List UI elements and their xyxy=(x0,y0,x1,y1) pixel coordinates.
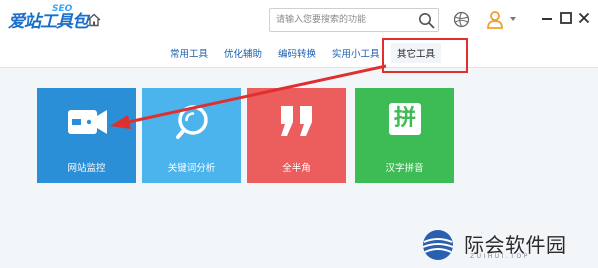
tile-keyword-analysis[interactable]: 关键词分析 xyxy=(142,88,241,183)
watermark-logo-icon xyxy=(422,230,454,260)
pinyin-glyph: 拼 xyxy=(389,103,421,135)
tile-chinese-pinyin[interactable]: 拼 汉字拼音 xyxy=(355,88,454,183)
camera-icon xyxy=(37,100,136,144)
tile-label: 关键词分析 xyxy=(167,163,216,174)
tile-label: 全半角 xyxy=(282,163,311,174)
tile-full-half-width[interactable]: 全半角 xyxy=(247,88,346,183)
title-bar: 爱站工具包 SEO xyxy=(0,0,598,40)
search-input[interactable] xyxy=(276,12,416,28)
user-avatar-icon[interactable] xyxy=(486,10,504,29)
app-logo: 爱站工具包 SEO xyxy=(8,4,89,34)
home-icon[interactable] xyxy=(86,12,102,28)
annotation-highlight-box xyxy=(382,38,468,73)
watermark-subtext: ZUIHUI.TOP xyxy=(470,253,530,260)
tab-common-tools[interactable]: 常用工具 xyxy=(170,46,208,60)
skin-icon[interactable] xyxy=(453,11,470,28)
tile-label: 网站监控 xyxy=(67,163,106,174)
tab-encoding[interactable]: 编码转换 xyxy=(278,46,316,60)
tile-label: 汉字拼音 xyxy=(385,163,424,174)
maximize-icon[interactable] xyxy=(559,10,573,26)
tab-utilities[interactable]: 实用小工具 xyxy=(332,46,380,60)
watermark: 际会软件园 ZUIHUI.TOP xyxy=(420,226,592,264)
minimize-icon[interactable] xyxy=(540,10,554,26)
search-box xyxy=(269,8,439,32)
magnifier-icon xyxy=(142,100,241,144)
tile-website-monitor[interactable]: 网站监控 xyxy=(37,88,136,183)
logo-seo-tag: SEO xyxy=(52,4,73,14)
tab-optimization[interactable]: 优化辅助 xyxy=(224,46,262,60)
close-icon[interactable] xyxy=(577,10,591,26)
category-nav: 常用工具 优化辅助 编码转换 实用小工具 其它工具 xyxy=(0,40,598,66)
search-icon[interactable] xyxy=(418,12,435,29)
quote-icon xyxy=(247,100,346,144)
logo-text: 爱站工具包 xyxy=(8,12,89,32)
pinyin-icon: 拼 xyxy=(355,100,454,144)
user-menu-caret-icon[interactable] xyxy=(510,17,516,21)
